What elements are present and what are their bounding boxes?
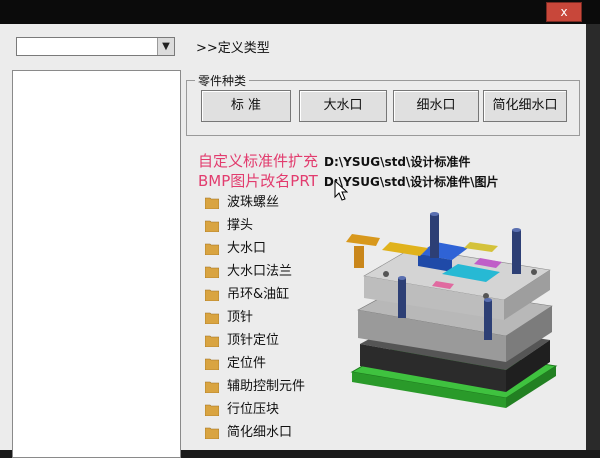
pin-gate-button[interactable]: 细水口 <box>393 90 479 122</box>
folder-icon <box>205 243 219 255</box>
list-item-label: 顶针 <box>227 310 254 325</box>
folder-icon <box>205 289 219 301</box>
list-item[interactable]: 吊环&油缸 <box>205 284 365 306</box>
list-item[interactable]: 定位件 <box>205 353 365 375</box>
folder-icon <box>205 197 219 209</box>
list-item-label: 定位件 <box>227 356 267 371</box>
large-gate-button[interactable]: 大水口 <box>299 90 387 122</box>
screen-edge <box>586 24 600 450</box>
part-type-label: 零件种类 <box>195 72 250 89</box>
custom-standard-label: 自定义标准件扩充 <box>198 152 319 170</box>
list-item-label: 大水口 <box>227 241 267 256</box>
bmp-rename-label: BMP图片改名PRT <box>198 172 318 190</box>
type-title: >>定义类型 <box>196 41 270 56</box>
list-item-label: 吊环&油缸 <box>227 287 290 302</box>
info-line-custom: 自定义标准件扩充 D:\YSUG\std\设计标准件 <box>198 150 470 171</box>
folder-icon <box>205 335 219 347</box>
part-type-group: 零件种类 标 准 大水口 细水口 简化细水口 <box>186 72 580 136</box>
list-item[interactable]: 辅助控制元件 <box>205 376 365 398</box>
standard-button[interactable]: 标 准 <box>201 90 291 122</box>
list-item-label: 简化细水口 <box>227 425 293 440</box>
list-item-label: 大水口法兰 <box>227 264 293 279</box>
folder-icon <box>205 266 219 278</box>
simplified-pin-gate-button[interactable]: 简化细水口 <box>483 90 567 122</box>
bmp-rename-path: D:\YSUG\std\设计标准件\图片 <box>323 175 499 189</box>
left-list-panel[interactable] <box>12 70 181 458</box>
list-item-label: 波珠螺丝 <box>227 195 280 210</box>
list-item-label: 撑头 <box>227 218 254 233</box>
dropdown-arrow-icon[interactable]: ▼ <box>157 38 174 55</box>
close-button[interactable]: x <box>546 2 582 22</box>
list-item[interactable]: 大水口法兰 <box>205 261 365 283</box>
list-item[interactable]: 顶针定位 <box>205 330 365 352</box>
list-item[interactable]: 撑头 <box>205 215 365 237</box>
folder-icon <box>205 358 219 370</box>
list-item[interactable]: 波珠螺丝 <box>205 192 365 214</box>
category-combo[interactable]: ▼ <box>16 37 175 56</box>
list-item[interactable]: 行位压块 <box>205 399 365 421</box>
mold-base-3d-image <box>346 212 558 408</box>
folder-icon <box>205 312 219 324</box>
list-item[interactable]: 大水口 <box>205 238 365 260</box>
info-line-bmp: BMP图片改名PRT D:\YSUG\std\设计标准件\图片 <box>198 170 499 191</box>
list-item-label: 顶针定位 <box>227 333 280 348</box>
list-item[interactable]: 简化细水口 <box>205 422 365 444</box>
custom-standard-path: D:\YSUG\std\设计标准件 <box>324 155 471 169</box>
folder-icon <box>205 427 219 439</box>
title-bar: x <box>0 0 600 24</box>
folder-icon <box>205 220 219 232</box>
folder-icon <box>205 381 219 393</box>
list-item[interactable]: 顶针 <box>205 307 365 329</box>
list-item-label: 辅助控制元件 <box>227 379 306 394</box>
list-item-label: 行位压块 <box>227 402 280 417</box>
folder-icon <box>205 404 219 416</box>
